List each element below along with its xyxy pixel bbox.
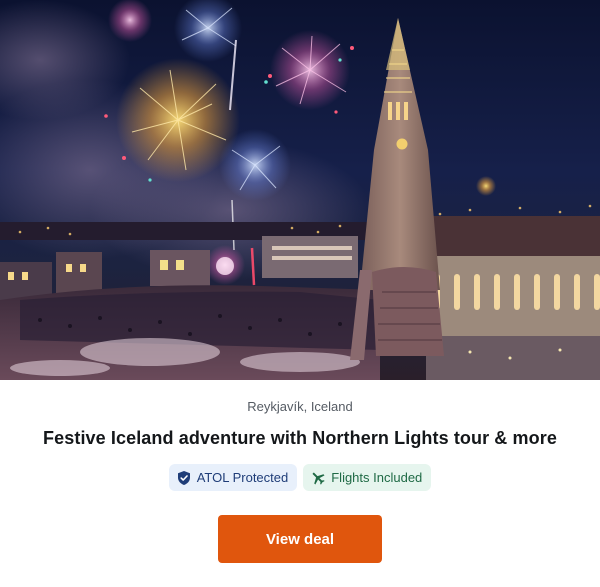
flights-badge-label: Flights Included [331, 470, 423, 485]
flights-included-badge: Flights Included [303, 464, 432, 491]
atol-badge-label: ATOL Protected [196, 470, 289, 485]
fireworks-cityscape-illustration [0, 0, 600, 380]
deal-hero-image[interactable] [0, 0, 600, 380]
deal-badges: ATOL Protected Flights Included [0, 464, 600, 491]
atol-protected-badge: ATOL Protected [168, 464, 298, 491]
shield-check-icon [176, 470, 192, 486]
deal-title[interactable]: Festive Iceland adventure with Northern … [0, 428, 600, 449]
airplane-icon [310, 470, 326, 486]
view-deal-button[interactable]: View deal [218, 515, 382, 563]
deal-card[interactable]: Reykjavík, Iceland Festive Iceland adven… [0, 0, 600, 587]
deal-location: Reykjavík, Iceland [247, 399, 353, 414]
